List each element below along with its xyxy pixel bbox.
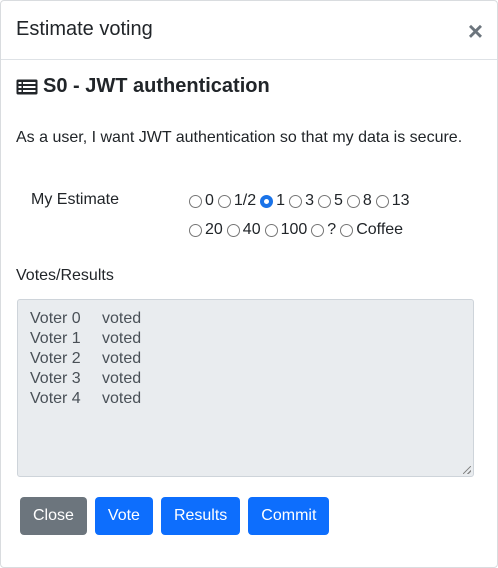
estimate-option[interactable]: 100 <box>264 220 308 239</box>
estimate-option[interactable]: 8 <box>346 191 372 210</box>
commit-button[interactable]: Commit <box>248 497 330 535</box>
estimate-option-label: 8 <box>362 191 372 209</box>
radio-button[interactable] <box>346 195 360 208</box>
estimate-option[interactable]: 13 <box>375 191 410 210</box>
votes-results-label: Votes/Results <box>16 267 114 284</box>
radio-button[interactable] <box>289 195 303 208</box>
estimate-option-label: 5 <box>333 191 343 209</box>
voter-name: Voter 3 <box>30 370 81 387</box>
radio-button[interactable] <box>340 224 354 237</box>
radio-button[interactable] <box>189 195 202 208</box>
voter-name: Voter 0 <box>30 310 81 327</box>
estimate-option[interactable]: 20 <box>189 220 223 239</box>
story-title: S0 - JWT authentication <box>16 75 270 98</box>
modal-header: Estimate voting × <box>1 1 497 60</box>
vote-status: voted <box>102 330 142 347</box>
estimate-option-label: 100 <box>280 220 308 238</box>
estimate-option-label: 0 <box>205 191 214 209</box>
estimate-option-label: 13 <box>391 191 410 209</box>
vote-status: voted <box>102 390 142 407</box>
radio-button[interactable] <box>189 224 202 237</box>
estimate-option-label: Coffee <box>356 220 404 238</box>
estimate-option[interactable]: 1/2 <box>217 191 257 210</box>
story-description: As a user, I want JWT authentication so … <box>16 129 463 146</box>
radio-button[interactable] <box>260 195 274 208</box>
estimate-option[interactable]: 1 <box>260 191 285 210</box>
vote-status: voted <box>102 310 142 327</box>
resize-handle[interactable] <box>463 466 471 474</box>
radio-button[interactable] <box>226 224 240 237</box>
votes-results-textarea[interactable]: Voter 0 voted Voter 1 voted Voter 2 voted Vote… <box>17 299 474 477</box>
estimate-option-label: 1/2 <box>233 191 257 209</box>
radio-button[interactable] <box>317 195 331 208</box>
estimate-option[interactable]: 5 <box>317 191 343 210</box>
estimate-option[interactable]: 40 <box>226 220 261 239</box>
estimate-radio-group: 0 1/2 1 3 5 8 13 20 40 100? Coffee <box>189 191 464 239</box>
vote-status: voted <box>102 350 142 367</box>
voter-name: Voter 2 <box>30 350 81 367</box>
voter-name: Voter 4 <box>30 390 81 407</box>
modal-title: Estimate voting <box>16 17 153 40</box>
estimate-option-label: 3 <box>305 191 314 209</box>
vote-row: Voter 4 voted <box>30 389 461 409</box>
radio-button[interactable] <box>264 224 278 237</box>
estimate-option-label: 20 <box>205 220 223 238</box>
estimate-option-label: 40 <box>242 220 261 238</box>
close-icon[interactable]: × <box>468 18 483 44</box>
estimate-option-label: ? <box>327 220 337 238</box>
estimate-option[interactable]: Coffee <box>340 220 403 239</box>
estimate-option-label: 1 <box>276 191 286 209</box>
vote-status: voted <box>102 370 142 387</box>
estimate-option[interactable]: ? <box>311 220 336 239</box>
estimate-option[interactable]: 0 <box>189 191 214 210</box>
modal-footer: Close Vote Results Commit <box>20 497 330 535</box>
vote-row: Voter 0 voted <box>30 309 461 329</box>
results-button[interactable]: Results <box>160 497 241 535</box>
estimate-voting-modal: Estimate voting × S0 - JWT authenticatio… <box>0 0 498 568</box>
vote-row: Voter 2 voted <box>30 349 461 369</box>
radio-button[interactable] <box>375 195 389 208</box>
voter-name: Voter 1 <box>30 330 81 347</box>
vote-row: Voter 1 voted <box>30 329 461 349</box>
story-title-text: S0 - JWT authentication <box>43 75 270 97</box>
list-alt-icon <box>16 79 38 94</box>
estimate-option[interactable]: 3 <box>289 191 314 210</box>
vote-row: Voter 3 voted <box>30 369 461 389</box>
radio-button[interactable] <box>311 224 325 237</box>
vote-button[interactable]: Vote <box>94 497 153 535</box>
my-estimate-label: My Estimate <box>31 191 120 208</box>
close-button[interactable]: Close <box>20 497 87 535</box>
radio-button[interactable] <box>217 195 231 208</box>
